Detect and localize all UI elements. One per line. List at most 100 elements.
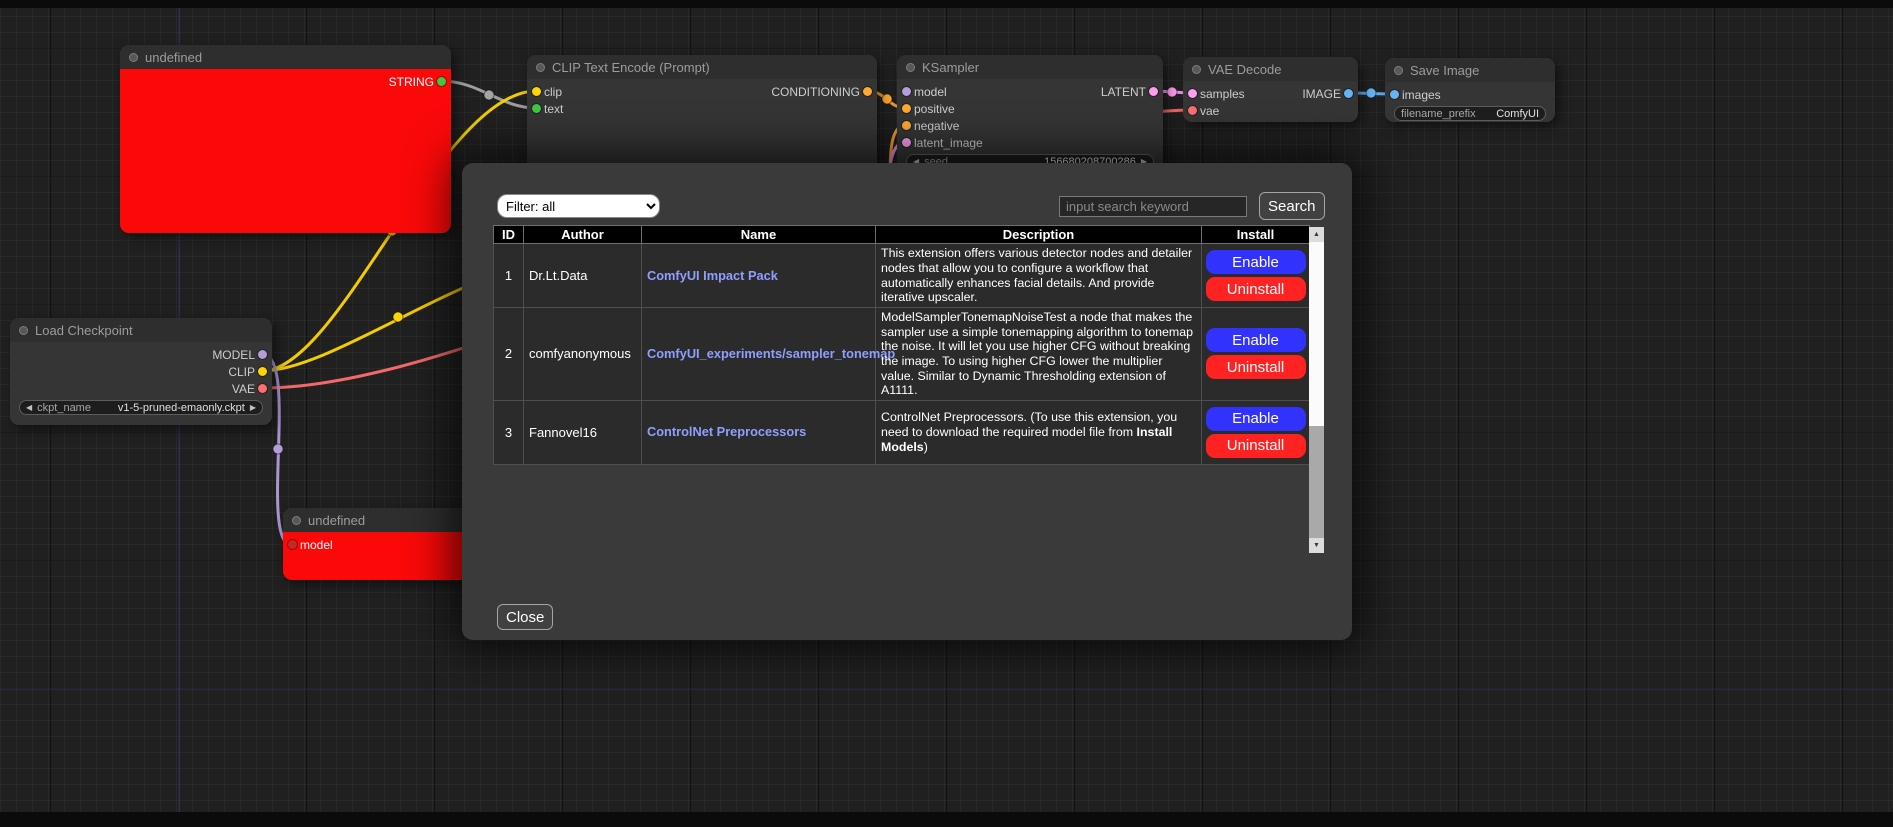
- extension-id-cell: 2: [494, 308, 524, 401]
- output-dot-conditioning[interactable]: [863, 87, 872, 96]
- slot-row: model LATENT: [897, 83, 1163, 100]
- node-title: VAE Decode: [1208, 62, 1281, 77]
- output-dot-clip[interactable]: [258, 367, 267, 376]
- header-install: Install: [1202, 226, 1310, 244]
- scroll-down-icon[interactable]: ▼: [1309, 538, 1324, 553]
- slot-row: positive: [897, 100, 1163, 117]
- input-dot-positive[interactable]: [902, 104, 911, 113]
- extension-author-cell: comfyanonymous: [524, 308, 642, 401]
- slot-row: text: [527, 100, 877, 117]
- link-dot: [273, 444, 283, 454]
- output-dot-latent[interactable]: [1149, 87, 1158, 96]
- output-dot-vae[interactable]: [258, 384, 267, 393]
- scrollbar-track[interactable]: [1309, 242, 1324, 538]
- slot-label-vae: vae: [1200, 104, 1219, 118]
- header-id: ID: [494, 226, 524, 244]
- slot-label-latent: LATENT: [1101, 85, 1146, 99]
- node-title-bar[interactable]: undefined: [120, 45, 451, 69]
- slot-row: samples IMAGE: [1183, 85, 1358, 102]
- node-undefined-top[interactable]: undefined STRING: [120, 45, 451, 233]
- filter-dropdown[interactable]: Filter: all: [497, 194, 660, 218]
- table-scrollbar[interactable]: ▲ ▼: [1309, 227, 1324, 553]
- custom-nodes-dialog: Filter: all Search ID Author Name Descri…: [462, 163, 1352, 640]
- input-dot-model[interactable]: [902, 87, 911, 96]
- node-collapse-dot[interactable]: [292, 516, 301, 525]
- extension-link[interactable]: ControlNet Preprocessors: [647, 424, 806, 439]
- slot-label-image: IMAGE: [1302, 87, 1341, 101]
- node-save-image[interactable]: Save Image images filename_prefix ComfyU…: [1385, 58, 1555, 122]
- filename-prefix-widget[interactable]: filename_prefix ComfyUI: [1394, 106, 1546, 121]
- link-dot: [882, 94, 892, 104]
- uninstall-button[interactable]: Uninstall: [1206, 277, 1306, 301]
- input-dot-clip[interactable]: [532, 87, 541, 96]
- table-header-row: ID Author Name Description Install: [494, 226, 1310, 244]
- input-dot-latent-image[interactable]: [902, 138, 911, 147]
- input-dot-negative[interactable]: [902, 121, 911, 130]
- input-dot-model[interactable]: [288, 540, 297, 549]
- extension-link[interactable]: ComfyUI Impact Pack: [647, 268, 778, 283]
- slot-label-model: model: [914, 85, 947, 99]
- node-title: Save Image: [1410, 63, 1479, 78]
- output-dot-model[interactable]: [258, 350, 267, 359]
- search-input[interactable]: [1059, 196, 1247, 217]
- node-title-bar[interactable]: KSampler: [897, 55, 1163, 79]
- node-title-bar[interactable]: CLIP Text Encode (Prompt): [527, 55, 877, 79]
- widget-label: ckpt_name: [37, 402, 91, 414]
- node-title: undefined: [308, 513, 365, 528]
- uninstall-button[interactable]: Uninstall: [1206, 355, 1306, 379]
- node-collapse-dot[interactable]: [536, 63, 545, 72]
- node-vae-decode[interactable]: VAE Decode samples IMAGE vae: [1183, 57, 1358, 122]
- input-dot-vae[interactable]: [1188, 106, 1197, 115]
- node-body: STRING: [120, 69, 451, 233]
- input-dot-text[interactable]: [532, 104, 541, 113]
- enable-button[interactable]: Enable: [1206, 250, 1306, 274]
- link-dot: [484, 90, 494, 100]
- widget-value: v1-5-pruned-emaonly.ckpt: [118, 402, 245, 414]
- slot-label-negative: negative: [914, 119, 959, 133]
- node-title: Load Checkpoint: [35, 323, 133, 338]
- input-dot-images[interactable]: [1390, 90, 1399, 99]
- output-dot-image[interactable]: [1344, 89, 1353, 98]
- ckpt-name-widget[interactable]: ◀ ckpt_name v1-5-pruned-emaonly.ckpt ▶: [19, 400, 263, 415]
- node-collapse-dot[interactable]: [1394, 66, 1403, 75]
- extension-id-cell: 3: [494, 400, 524, 464]
- node-title: KSampler: [922, 60, 979, 75]
- node-collapse-dot[interactable]: [1192, 65, 1201, 74]
- widget-label: filename_prefix: [1401, 108, 1476, 120]
- close-button[interactable]: Close: [497, 604, 553, 630]
- header-author: Author: [524, 226, 642, 244]
- node-collapse-dot[interactable]: [129, 53, 138, 62]
- uninstall-button[interactable]: Uninstall: [1206, 434, 1306, 458]
- scroll-up-icon[interactable]: ▲: [1309, 227, 1324, 242]
- enable-button[interactable]: Enable: [1206, 407, 1306, 431]
- extension-description-cell: This extension offers various detector n…: [876, 244, 1202, 308]
- output-dot-string[interactable]: [437, 77, 446, 86]
- node-load-checkpoint[interactable]: Load Checkpoint MODEL CLIP VAE ◀ ckpt_na…: [10, 318, 272, 425]
- slot-label-text: text: [544, 102, 563, 116]
- link-dot: [393, 312, 403, 322]
- scrollbar-thumb[interactable]: [1309, 242, 1324, 426]
- extension-author-cell: Fannovel16: [524, 400, 642, 464]
- decrement-arrow-icon[interactable]: ◀: [26, 404, 32, 412]
- extension-row: 3 Fannovel16 ControlNet Preprocessors Co…: [494, 400, 1310, 464]
- slot-label-conditioning: CONDITIONING: [771, 85, 860, 99]
- widget-value: ComfyUI: [1496, 108, 1539, 120]
- node-collapse-dot[interactable]: [19, 326, 28, 335]
- node-title-bar[interactable]: VAE Decode: [1183, 57, 1358, 81]
- node-body: images filename_prefix ComfyUI: [1385, 82, 1555, 122]
- extension-table-container: ID Author Name Description Install 1 Dr.…: [493, 225, 1324, 555]
- node-collapse-dot[interactable]: [906, 63, 915, 72]
- search-button[interactable]: Search: [1259, 192, 1325, 220]
- slot-label-positive: positive: [914, 102, 955, 116]
- slot-label-samples: samples: [1200, 87, 1245, 101]
- extension-name-cell: ComfyUI_experiments/sampler_tonemap: [642, 308, 876, 401]
- input-dot-samples[interactable]: [1188, 89, 1197, 98]
- node-title-bar[interactable]: Load Checkpoint: [10, 318, 272, 342]
- header-name: Name: [642, 226, 876, 244]
- extension-link[interactable]: ComfyUI_experiments/sampler_tonemap: [647, 346, 895, 361]
- node-title-bar[interactable]: Save Image: [1385, 58, 1555, 82]
- slot-row: latent_image: [897, 134, 1163, 151]
- increment-arrow-icon[interactable]: ▶: [250, 404, 256, 412]
- enable-button[interactable]: Enable: [1206, 328, 1306, 352]
- slot-row: images: [1385, 86, 1555, 103]
